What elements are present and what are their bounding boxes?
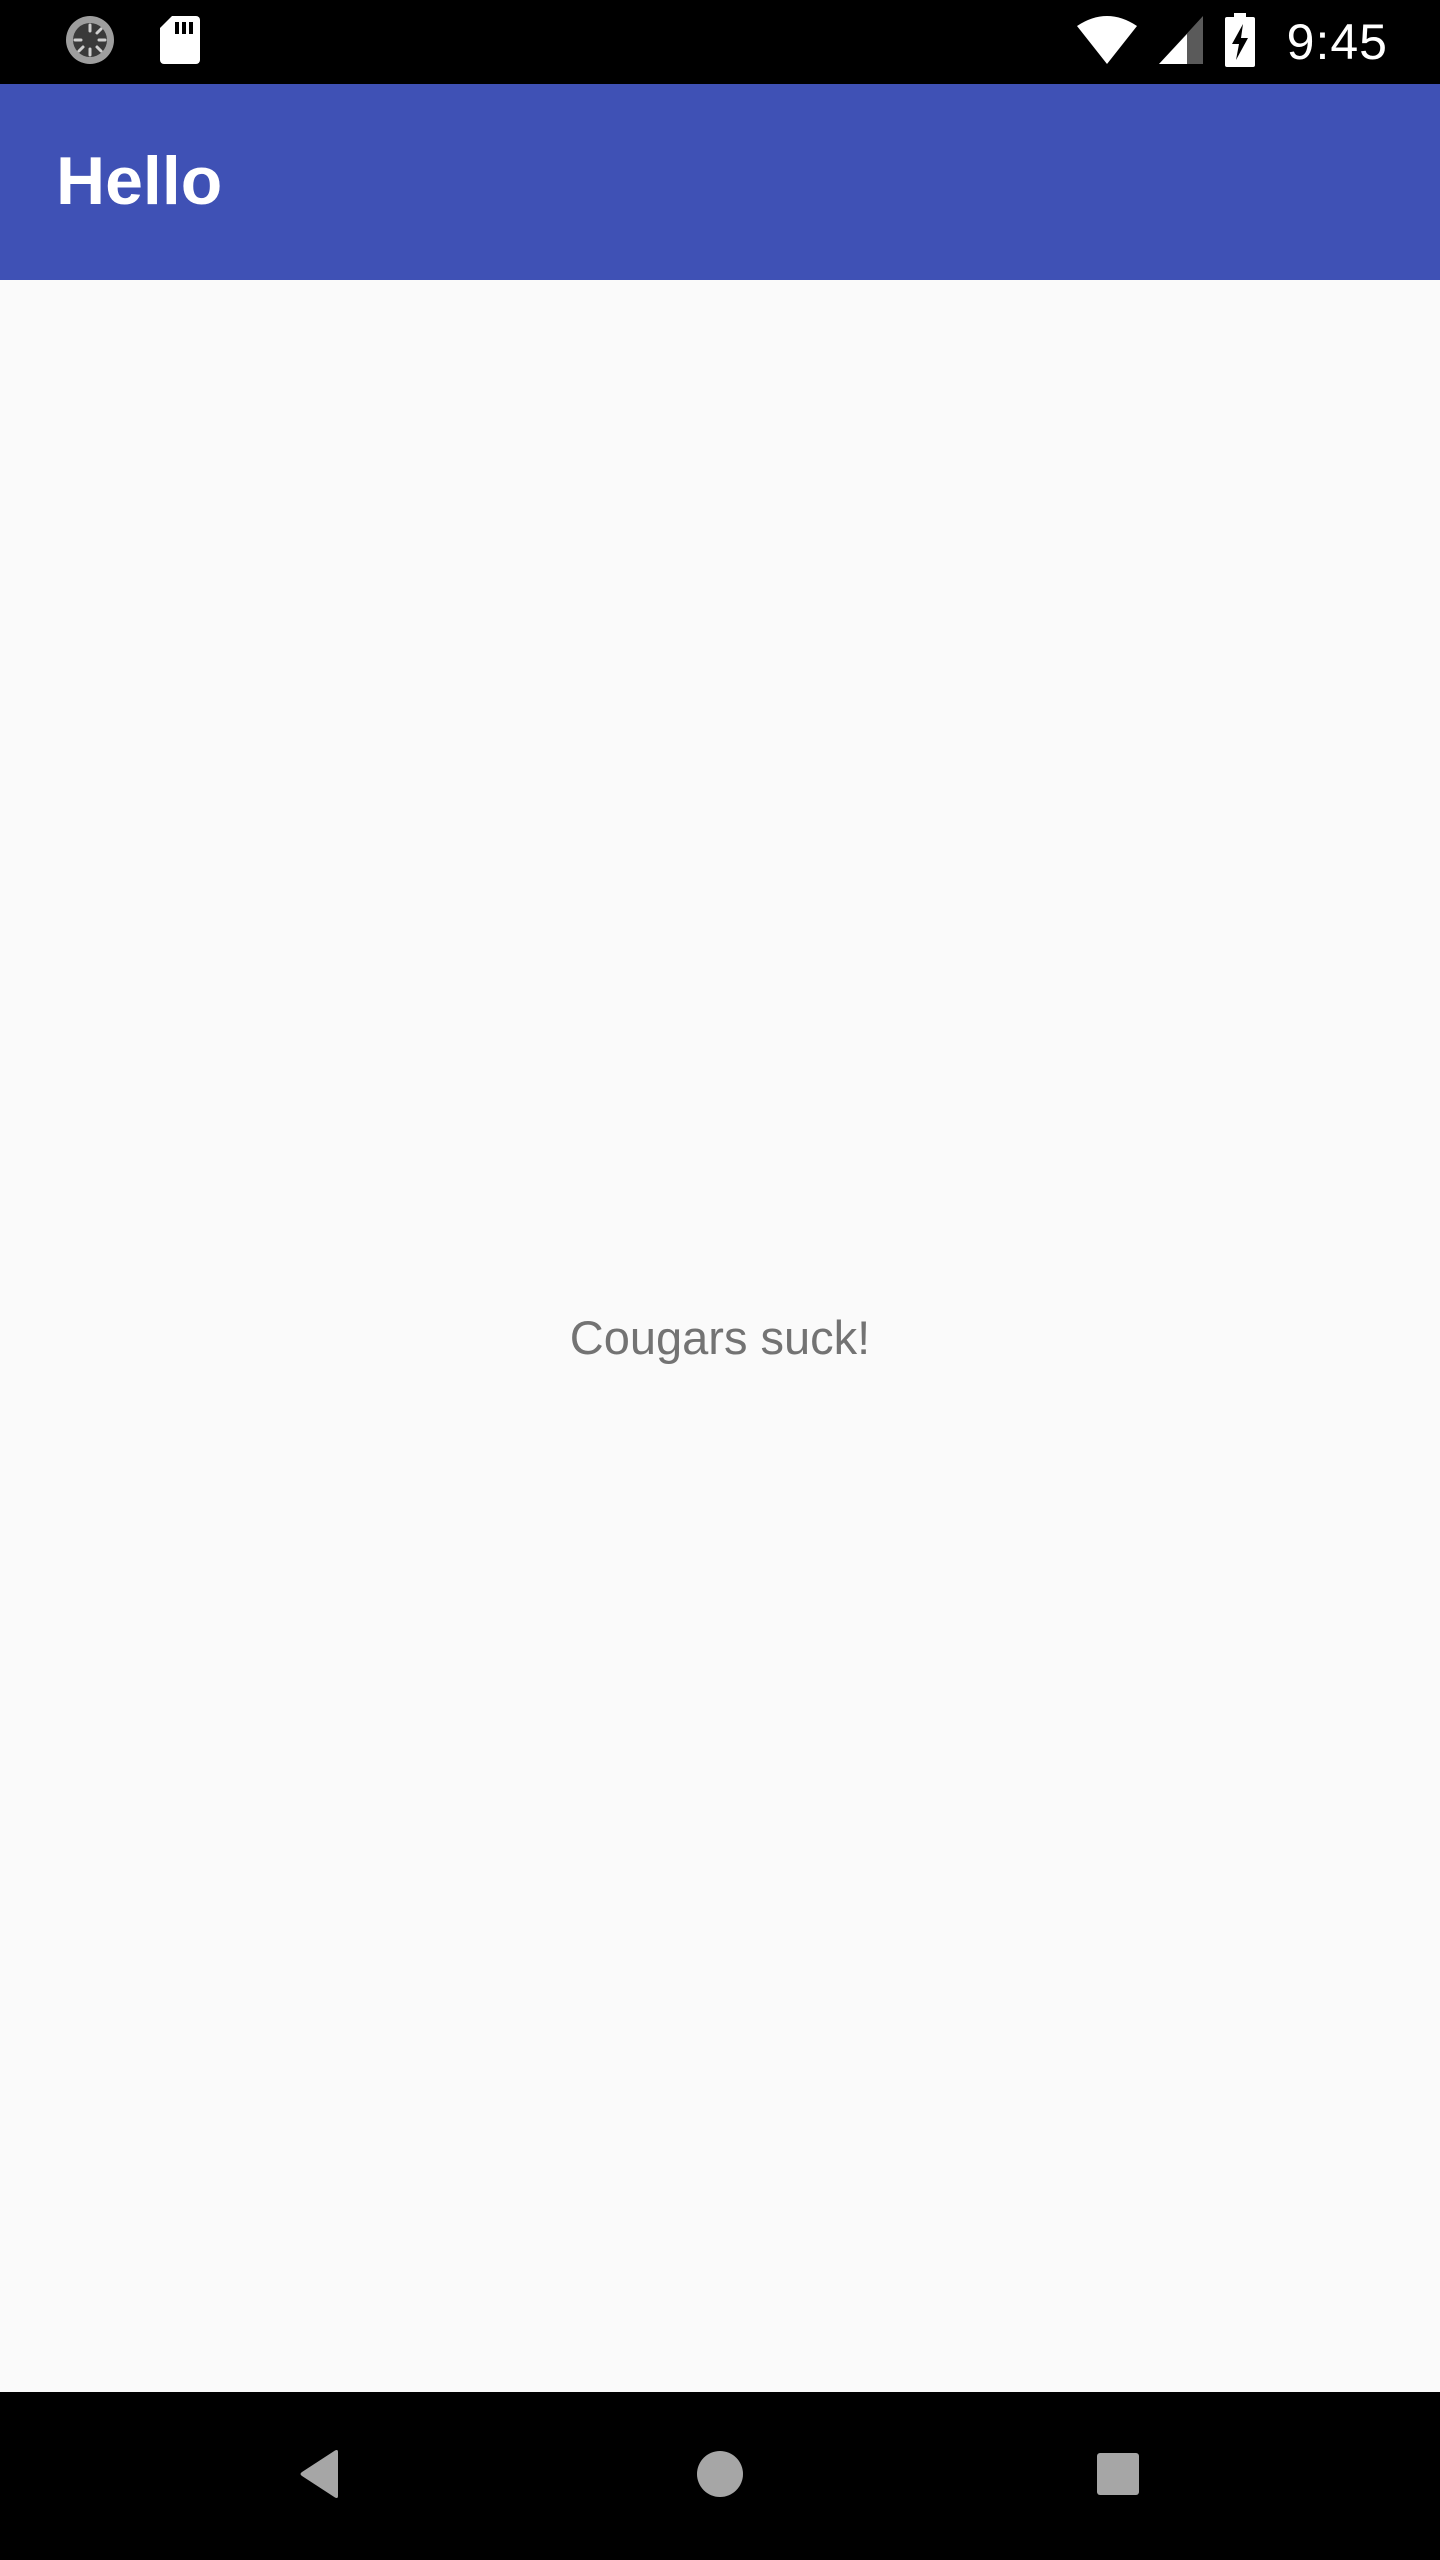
recents-button[interactable] — [1068, 2426, 1168, 2526]
wifi-icon — [1075, 14, 1139, 70]
navigation-bar — [0, 2392, 1440, 2560]
status-clock: 9:45 — [1286, 14, 1388, 70]
app-screen: 9:45 Hello Cougars suck! — [0, 0, 1440, 2560]
app-bar: Hello — [0, 84, 1440, 280]
app-title: Hello — [56, 143, 223, 219]
main-content: Cougars suck! — [0, 280, 1440, 2392]
sd-card-icon — [158, 14, 202, 70]
battery-charging-icon — [1223, 12, 1257, 72]
status-notifications — [62, 14, 202, 70]
signal-icon — [1157, 14, 1205, 70]
recents-icon — [1096, 2452, 1140, 2500]
center-message: Cougars suck! — [569, 1311, 871, 1364]
home-icon — [696, 2450, 744, 2502]
back-icon — [298, 2449, 342, 2503]
status-bar: 9:45 — [0, 0, 1440, 84]
home-button[interactable] — [670, 2426, 770, 2526]
back-button[interactable] — [270, 2426, 370, 2526]
status-system-icons: 9:45 — [1075, 12, 1388, 72]
sync-icon — [62, 12, 118, 72]
